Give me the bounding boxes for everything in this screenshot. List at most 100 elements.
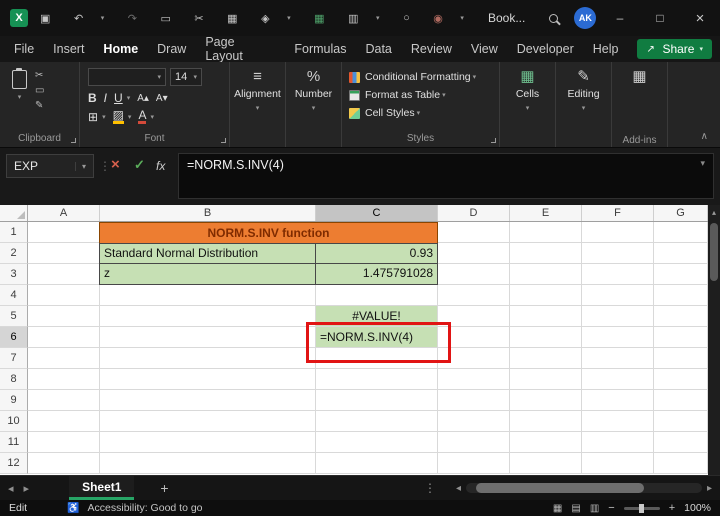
font-size-dropdown-icon[interactable]: ▾ (193, 73, 197, 81)
format-painter-icon[interactable]: ✎ (35, 100, 44, 111)
zoom-out-button[interactable]: − (608, 502, 614, 514)
grid-body[interactable]: 1 2 3 4 5 6 7 8 9 10 11 12 NORM.S.INV fu… (0, 222, 708, 474)
conditional-formatting-button[interactable]: Conditional Formatting ▾ (342, 68, 499, 86)
redo-icon[interactable]: ↷ (128, 12, 137, 25)
cell-b2[interactable]: Standard Normal Distribution (99, 243, 316, 264)
clipboard-dialog-launcher-icon[interactable] (71, 138, 76, 143)
zoom-slider-thumb[interactable] (638, 503, 644, 513)
column-header-d[interactable]: D (438, 205, 510, 221)
cells-dropdown-icon[interactable]: ▾ (526, 104, 530, 112)
insert-function-button[interactable]: fx (156, 159, 165, 173)
scroll-right-icon[interactable]: ▸ (707, 483, 712, 494)
font-dialog-launcher-icon[interactable] (221, 138, 226, 143)
bold-button[interactable]: B (88, 91, 97, 105)
sheet-prev-icon[interactable]: ◂ (8, 482, 14, 495)
formula-bar-splitter-icon[interactable]: ⋮ (99, 159, 111, 173)
excel-icon[interactable]: X (10, 9, 28, 27)
fill-color-button[interactable]: ▨ (112, 109, 124, 124)
row-header-10[interactable]: 10 (0, 411, 28, 432)
cut-small-icon[interactable]: ✂ (35, 70, 44, 81)
formula-bar-expand-icon[interactable]: ▾ (700, 158, 705, 169)
decrease-font-button[interactable]: A▾ (156, 93, 168, 104)
copy-icon[interactable]: ▭ (160, 12, 170, 25)
normal-view-button[interactable]: ▦ (553, 503, 562, 514)
row-header-6-selected[interactable]: 6 (0, 327, 28, 348)
zoom-in-button[interactable]: + (669, 502, 675, 514)
sheet-next-icon[interactable]: ▸ (24, 482, 30, 495)
document-title[interactable]: Book... (488, 11, 525, 25)
styles-dialog-launcher-icon[interactable] (491, 138, 496, 143)
cell-c2[interactable]: 0.93 (315, 243, 438, 264)
underline-button[interactable]: U (114, 91, 123, 105)
cell-b1-c1-merged-title[interactable]: NORM.S.INV function (99, 222, 438, 244)
tab-developer[interactable]: Developer (517, 42, 574, 56)
format-as-table-button[interactable]: Format as Table ▾ (342, 86, 499, 104)
share-button[interactable]: ↗ Share ▾ (637, 39, 712, 59)
avatar[interactable]: AK (574, 7, 597, 29)
sheet-tab-sheet1[interactable]: Sheet1 (69, 476, 135, 500)
cells-button[interactable]: ▦ Cells ▾ (500, 62, 555, 147)
page-layout-view-button[interactable]: ▤ (571, 503, 580, 514)
add-ins-button[interactable]: ▦ (612, 62, 667, 134)
enter-button[interactable]: ✓ (134, 157, 145, 173)
paint-dropdown-icon[interactable]: ▾ (287, 14, 291, 22)
horizontal-scroll-thumb[interactable] (476, 483, 645, 493)
person-icon[interactable]: ○ (403, 12, 410, 24)
italic-button[interactable]: I (104, 91, 107, 105)
page-break-view-button[interactable]: ▥ (590, 503, 599, 514)
save-icon[interactable]: ▣ (40, 12, 50, 25)
select-all-button[interactable] (0, 205, 28, 221)
row-header-9[interactable]: 9 (0, 390, 28, 411)
share-dropdown-icon[interactable]: ▾ (699, 45, 703, 53)
editing-button[interactable]: ✎ Editing ▾ (556, 62, 611, 147)
add-sheet-button[interactable]: + (160, 480, 168, 496)
tab-view[interactable]: View (471, 42, 498, 56)
zoom-slider[interactable] (623, 503, 660, 513)
qat-customize-icon[interactable]: ▾ (460, 14, 464, 22)
formula-input[interactable]: =NORM.S.INV(4) ▾ (178, 153, 714, 199)
column-header-f[interactable]: F (582, 205, 654, 221)
zoom-level[interactable]: 100% (684, 502, 711, 514)
tab-home[interactable]: Home (103, 42, 138, 56)
minimize-button[interactable]: – (600, 0, 640, 36)
column-header-b[interactable]: B (100, 205, 316, 221)
undo-icon[interactable]: ↶ (74, 12, 83, 25)
row-header-1[interactable]: 1 (0, 222, 28, 243)
column-header-a[interactable]: A (28, 205, 100, 221)
cell-c3[interactable]: 1.475791028 (315, 263, 438, 285)
horizontal-scrollbar[interactable]: ◂ ▸ (456, 483, 712, 494)
cell-styles-dropdown-icon[interactable]: ▾ (417, 109, 421, 117)
column-header-e[interactable]: E (510, 205, 582, 221)
tab-data[interactable]: Data (365, 42, 391, 56)
row-header-8[interactable]: 8 (0, 369, 28, 390)
row-header-11[interactable]: 11 (0, 432, 28, 453)
column-header-c-selected[interactable]: C (316, 205, 438, 221)
scroll-up-icon[interactable]: ▴ (708, 205, 720, 217)
accessibility-status[interactable]: Accessibility: Good to go (88, 502, 203, 514)
number-dropdown-icon[interactable]: ▾ (312, 104, 316, 112)
vertical-scroll-thumb[interactable] (710, 223, 718, 281)
fill-color-dropdown-icon[interactable]: ▾ (128, 113, 132, 121)
alignment-button[interactable]: ≡ Alignment ▾ (230, 62, 285, 147)
name-box[interactable]: EXP ▾ (6, 154, 94, 178)
row-header-5[interactable]: 5 (0, 306, 28, 327)
borders-dropdown-icon[interactable]: ▾ (102, 113, 106, 121)
cancel-button[interactable]: × (111, 156, 120, 173)
tab-formulas[interactable]: Formulas (294, 42, 346, 56)
sheet-options-icon[interactable]: ⋮ (424, 481, 436, 495)
tab-insert[interactable]: Insert (53, 42, 84, 56)
tab-help[interactable]: Help (593, 42, 619, 56)
maximize-button[interactable]: □ (640, 0, 680, 36)
paint-bucket-icon[interactable]: ◈ (261, 12, 269, 25)
row-header-12[interactable]: 12 (0, 453, 28, 474)
format-as-table-dropdown-icon[interactable]: ▾ (442, 91, 446, 99)
picture-icon[interactable]: ▦ (227, 12, 237, 25)
font-name-select[interactable]: ▾ (88, 68, 166, 86)
font-size-select[interactable]: 14 ▾ (170, 68, 202, 86)
font-color-dropdown-icon[interactable]: ▾ (150, 113, 154, 121)
cell-styles-button[interactable]: Cell Styles ▾ (342, 104, 499, 122)
cut-icon[interactable]: ✂ (194, 12, 203, 25)
copy-small-icon[interactable]: ▭ (35, 85, 44, 96)
name-box-dropdown-icon[interactable]: ▾ (74, 161, 86, 171)
close-button[interactable]: × (680, 0, 720, 36)
